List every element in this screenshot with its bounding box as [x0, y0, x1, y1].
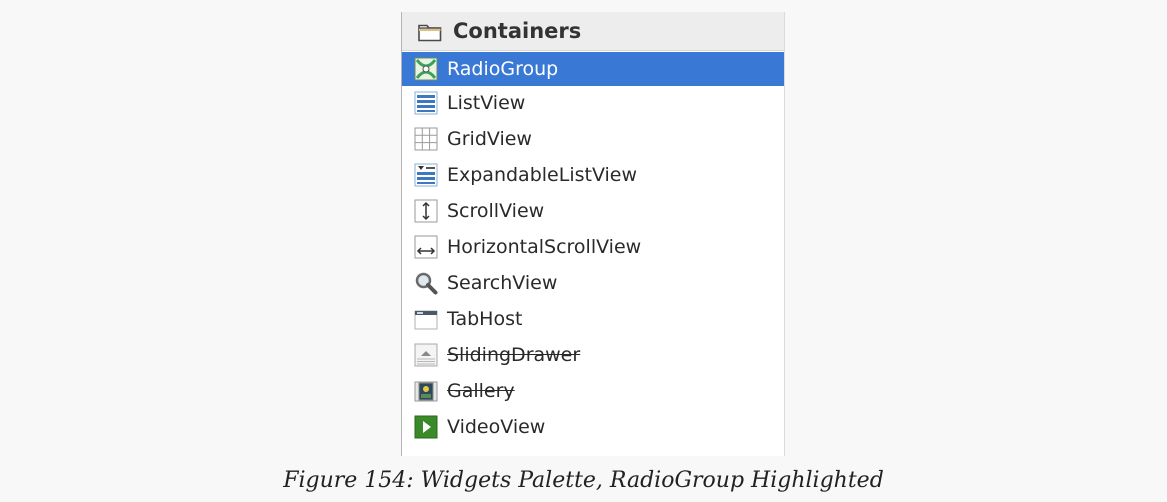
widgets-palette: Containers RadioGroup ListView GridView …: [401, 12, 785, 456]
gallery-icon: [414, 379, 438, 403]
figure-caption: Figure 154: Widgets Palette, RadioGroup …: [283, 468, 884, 493]
palette-item-expandablelistview[interactable]: ExpandableListView: [402, 158, 784, 192]
palette-item-label: HorizontalScrollView: [447, 236, 642, 258]
videoview-icon: [414, 415, 438, 439]
palette-item-searchview[interactable]: SearchView: [402, 266, 784, 300]
palette-item-scrollview[interactable]: ScrollView: [402, 194, 784, 228]
expandablelistview-icon: [414, 163, 438, 187]
palette-item-label: ListView: [447, 92, 526, 114]
palette-item-radiogroup[interactable]: RadioGroup: [402, 52, 784, 86]
palette-item-horizontalscrollview[interactable]: HorizontalScrollView: [402, 230, 784, 264]
palette-item-label: ScrollView: [447, 200, 545, 222]
searchview-icon: [414, 271, 438, 295]
horizontalscrollview-icon: [414, 235, 438, 259]
slidingdrawer-icon: [414, 343, 438, 367]
palette-item-label: VideoView: [447, 416, 546, 438]
category-header-containers[interactable]: Containers: [402, 12, 784, 51]
palette-item-label: SearchView: [447, 272, 558, 294]
palette-item-videoview[interactable]: VideoView: [402, 410, 784, 444]
palette-item-gridview[interactable]: GridView: [402, 122, 784, 156]
palette-item-label: ExpandableListView: [447, 164, 638, 186]
tabhost-icon: [414, 307, 438, 331]
palette-item-label: Gallery: [447, 380, 515, 402]
palette-item-label: TabHost: [447, 308, 523, 330]
palette-item-label: GridView: [447, 128, 532, 150]
palette-item-label: RadioGroup: [447, 58, 559, 80]
radiogroup-icon: [414, 57, 438, 81]
listview-icon: [414, 91, 438, 115]
scrollview-icon: [414, 199, 438, 223]
gridview-icon: [414, 127, 438, 151]
palette-item-listview[interactable]: ListView: [402, 86, 784, 120]
category-title: Containers: [453, 19, 582, 43]
palette-item-slidingdrawer[interactable]: SlidingDrawer: [402, 338, 784, 372]
folder-icon: [418, 23, 442, 46]
palette-item-label: SlidingDrawer: [447, 344, 581, 366]
palette-item-tabhost[interactable]: TabHost: [402, 302, 784, 336]
palette-item-gallery[interactable]: Gallery: [402, 374, 784, 408]
